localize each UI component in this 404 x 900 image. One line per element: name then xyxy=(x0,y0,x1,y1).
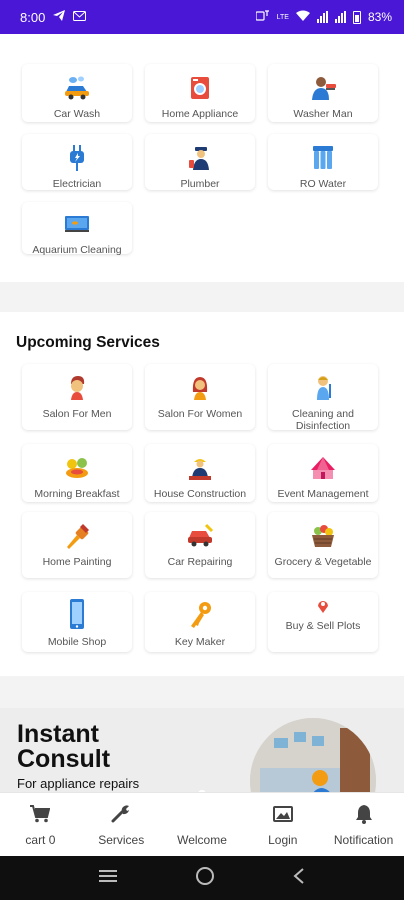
service-label: Salon For Women xyxy=(157,408,243,420)
grocery-basket-icon xyxy=(309,522,337,550)
salon-women-icon xyxy=(186,374,214,402)
water-filter-icon xyxy=(309,144,337,172)
washer-man-icon xyxy=(309,74,337,102)
plumber-icon xyxy=(186,144,214,172)
breakfast-icon xyxy=(63,454,91,482)
service-label: Home Appliance xyxy=(161,108,239,120)
nav-login[interactable]: Login xyxy=(242,793,323,856)
service-label: Plumber xyxy=(180,178,220,190)
nav-cart[interactable]: cart 0 xyxy=(0,793,81,856)
car-repair-icon xyxy=(186,522,214,550)
back-icon[interactable] xyxy=(292,867,306,890)
nav-notification[interactable]: Notification xyxy=(323,793,404,856)
service-label: Car Repairing xyxy=(167,556,233,568)
mobile-icon xyxy=(63,598,91,630)
service-label: House Construction xyxy=(153,488,247,500)
section-divider xyxy=(0,282,404,312)
service-label: Cleaning and Disinfection xyxy=(292,408,354,432)
upcoming-morning-breakfast[interactable]: Morning Breakfast xyxy=(22,444,132,502)
upcoming-home-painting[interactable]: Home Painting xyxy=(22,512,132,578)
nav-notification-label: Notification xyxy=(333,833,394,847)
plug-icon xyxy=(63,144,91,172)
upcoming-grocery-vegetable[interactable]: Grocery & Vegetable xyxy=(268,512,378,578)
key-icon xyxy=(186,600,214,630)
service-label: Home Painting xyxy=(42,556,112,568)
mail-icon xyxy=(73,10,87,24)
telegram-icon xyxy=(53,10,66,24)
status-time: 8:00 xyxy=(20,9,46,25)
nav-login-label: Login xyxy=(268,833,298,847)
bottom-navigation: cart 0 Services Welcome Login Notificati… xyxy=(0,792,404,856)
status-bar: 8:00 LTE 83% xyxy=(0,0,404,34)
service-washer-man[interactable]: Washer Man xyxy=(268,64,378,122)
upcoming-cleaning[interactable]: Cleaning and Disinfection xyxy=(268,364,378,432)
nav-cart-label: cart 0 xyxy=(25,833,56,847)
nav-services-label: Services xyxy=(98,833,145,847)
service-car-wash[interactable]: Car Wash xyxy=(22,64,132,122)
section-divider-2 xyxy=(0,676,404,708)
upcoming-salon-men[interactable]: Salon For Men xyxy=(22,364,132,430)
upcoming-house-construction[interactable]: House Construction xyxy=(145,444,255,502)
banner-illustration xyxy=(250,718,376,792)
service-label: Mobile Shop xyxy=(47,636,107,648)
service-label: Morning Breakfast xyxy=(34,488,120,500)
instant-consult-banner[interactable]: Instant Consult For appliance repairs xyxy=(0,708,404,792)
service-label: Buy & Sell Plots xyxy=(285,620,361,632)
upcoming-mobile-shop[interactable]: Mobile Shop xyxy=(22,592,132,652)
cleaning-icon xyxy=(309,374,337,402)
service-label: Washer Man xyxy=(293,108,353,120)
battery-icon xyxy=(352,10,361,24)
salon-men-icon xyxy=(63,374,91,402)
paint-brush-icon xyxy=(63,522,91,550)
construction-icon xyxy=(186,454,214,482)
upcoming-car-repairing[interactable]: Car Repairing xyxy=(145,512,255,578)
main-content: Car Wash Home Appliance Washer Man Elect… xyxy=(0,34,404,792)
service-aquarium-cleaning[interactable]: Aquarium Cleaning xyxy=(22,202,132,256)
service-label: Salon For Men xyxy=(42,408,112,420)
image-icon xyxy=(272,803,294,825)
cart-icon xyxy=(29,803,51,825)
home-icon[interactable] xyxy=(195,866,215,891)
wifi-icon xyxy=(295,10,310,24)
service-plumber[interactable]: Plumber xyxy=(145,134,255,190)
bell-icon xyxy=(353,803,375,825)
service-label: Grocery & Vegetable xyxy=(274,556,372,568)
upcoming-services-title: Upcoming Services xyxy=(16,334,160,351)
aquarium-icon xyxy=(63,210,91,238)
car-wash-icon xyxy=(63,74,91,102)
map-pin-icon xyxy=(315,598,331,614)
network-type: LTE xyxy=(276,13,289,21)
signal-icon xyxy=(316,11,328,23)
recent-apps-icon[interactable] xyxy=(98,868,118,889)
upcoming-key-maker[interactable]: Key Maker xyxy=(145,592,255,652)
volte-icon xyxy=(255,9,270,25)
signal-icon-2 xyxy=(334,11,346,23)
service-home-appliance[interactable]: Home Appliance xyxy=(145,64,255,122)
upcoming-buy-sell-plots[interactable]: Buy & Sell Plots xyxy=(268,592,378,652)
banner-title: Instant Consult xyxy=(17,720,111,773)
banner-subtitle: For appliance repairs xyxy=(17,776,140,791)
system-navigation-bar xyxy=(0,856,404,900)
service-label: RO Water xyxy=(299,178,347,190)
nav-welcome[interactable]: Welcome xyxy=(162,793,243,856)
service-label: Car Wash xyxy=(53,108,101,120)
service-label: Key Maker xyxy=(174,636,226,648)
tent-icon xyxy=(309,454,337,482)
service-ro-water[interactable]: RO Water xyxy=(268,134,378,190)
home-appliance-icon xyxy=(186,74,214,102)
nav-welcome-label: Welcome xyxy=(177,833,227,847)
upcoming-event-management[interactable]: Event Management xyxy=(268,444,378,502)
battery-percent: 83% xyxy=(367,10,392,24)
wrench-icon xyxy=(110,803,132,825)
service-electrician[interactable]: Electrician xyxy=(22,134,132,190)
service-label: Aquarium Cleaning xyxy=(32,244,122,256)
upcoming-salon-women[interactable]: Salon For Women xyxy=(145,364,255,430)
service-label: Event Management xyxy=(277,488,369,500)
nav-services[interactable]: Services xyxy=(81,793,162,856)
service-label: Electrician xyxy=(52,178,102,190)
